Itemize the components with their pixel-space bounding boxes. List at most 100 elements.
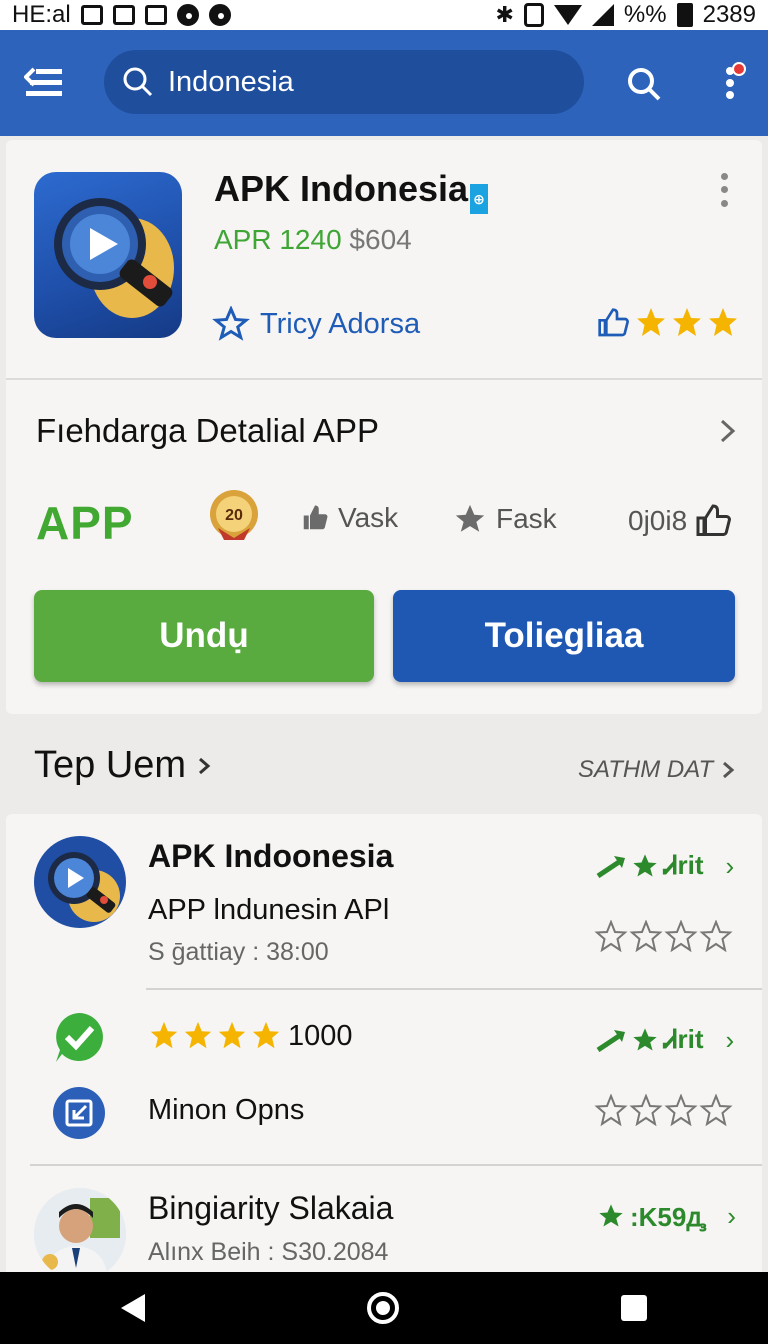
trend-label: Ꮧrit [664,850,704,880]
clock: 2389 [702,1,756,28]
rating-count: 1000 [288,1020,353,1052]
search-field-icon [123,67,153,97]
feature-vask-label: Vask [338,502,399,533]
signal-icon [591,4,614,26]
chevron-right-icon: › [725,1024,735,1055]
check-bubble-icon[interactable] [52,1010,106,1064]
list-item-meta: Alınx Beih : S30.2084 [148,1238,389,1266]
vibrate-icon [523,3,544,27]
filled-star-icon [637,308,665,336]
app-bar [0,30,768,136]
trend-indicator[interactable]: :K59ꚉ › [596,1198,736,1234]
feature-likes-label: 0j0i8 [628,505,688,536]
thumbs-up-icon [696,504,732,536]
rating-stars-outline[interactable] [594,1094,736,1128]
feature-row: APP 20 Vask Fask 0j0i8 [6,480,762,560]
status-bar: HE:al ✱ %% 2389 [0,0,768,30]
rating-stars-outline[interactable] [594,920,736,954]
feature-likes[interactable]: 0j0i8 [628,502,732,540]
home-icon[interactable] [367,1292,399,1324]
list-item-subtitle: APP lndunesin APl [148,894,390,926]
details-title[interactable]: Fıehdarga Detalial APP [36,412,379,450]
bluetooth-icon: ✱ [495,2,514,27]
thumb-icon [303,505,328,530]
star-icon [599,1204,623,1227]
divider [6,378,762,380]
trend-label: :K59ꚉ [630,1202,706,1232]
see-all-link[interactable]: SATHM DAT [578,756,735,784]
filled-star-icon [184,1021,212,1049]
secondary-action-button[interactable]: Toliegliaa [393,590,735,682]
download-button[interactable]: Undụ [34,590,374,682]
person-avatar-icon [34,1188,126,1280]
feature-vask[interactable]: Vask [300,502,398,534]
chevron-right-icon [199,757,211,774]
search-field[interactable] [104,50,584,114]
thumbs-up-outline-icon [598,308,630,337]
card-more-button[interactable] [712,170,736,210]
row-divider [30,1164,762,1166]
download-box-icon[interactable] [52,1086,106,1140]
photo-notification-icon [144,5,167,25]
screen-notification-icon [112,5,135,25]
chevron-right-icon [723,761,735,779]
list-item-title[interactable]: APK Indoonesia [148,838,393,875]
user-avatar[interactable] [34,1188,126,1280]
trend-label: Ꮧrit [664,1024,704,1054]
list-item-title[interactable]: Bingiarity Slakaia [148,1190,393,1227]
see-all-label: SATHM DAT [578,756,714,783]
star-icon [633,1028,657,1051]
star-icon [455,504,485,532]
app-version-price: APR 1240 $604 [214,224,412,256]
developer-name: Tricy Adorsa [260,307,421,340]
battery-percent: %% [623,1,667,28]
app-price: $604 [349,224,412,255]
app-list-card: APK Indoonesia APP lndunesin APl S ḡatti… [6,814,762,1280]
trend-arrow-icon [596,1030,625,1052]
section-header[interactable]: Tep Uem [34,744,212,787]
star-icon [633,854,657,877]
battery-icon [676,3,693,27]
app-label: APP [36,497,134,549]
sync-notification-icon [176,4,199,26]
featured-app-card: APK Indonesia ⊕ APR 1240 $604 Tricy Adors… [6,140,762,714]
wifi-icon [553,5,582,25]
menu-button[interactable] [0,30,90,136]
list-item-label[interactable]: Minon Opns [148,1094,304,1127]
award-emblem-icon: 20 [210,490,258,540]
section-header-title: Tep Uem [34,744,187,786]
app-notification-icon [208,4,231,26]
filled-star-icon [709,308,737,336]
app-icon[interactable] [34,836,126,928]
search-input[interactable] [168,65,548,99]
search-button[interactable] [620,60,668,108]
magnifier-play-logo [54,198,174,318]
feature-fask-label: Fask [496,503,557,534]
filled-star-icon [150,1021,178,1049]
recents-icon[interactable] [621,1295,647,1321]
app-title: APK Indonesia ⊕ [214,168,489,214]
filled-star-icon [252,1021,280,1049]
trend-indicator[interactable]: Ꮧrit › [596,1024,734,1056]
gallery-notification-icon [80,5,103,25]
app-icon[interactable] [34,172,182,338]
filled-star-icon [673,308,701,336]
chevron-right-icon[interactable] [712,416,742,446]
trend-indicator[interactable]: Ꮧrit › [596,850,734,882]
search-icon [628,68,661,101]
verified-badge-icon: ⊕ [470,184,489,214]
chevron-right-icon: › [727,1200,736,1231]
feature-fask[interactable]: Fask [452,502,557,536]
app-title-text: APK Indonesia [214,168,469,209]
system-nav-bar [0,1272,768,1344]
overflow-menu-button[interactable] [712,58,748,108]
rating-stars [150,1021,280,1049]
trend-arrow-icon [596,856,625,878]
menu-icon [24,67,62,96]
developer-row[interactable]: Tricy Adorsa [212,306,420,342]
rating-stars [637,308,737,336]
back-icon[interactable] [121,1294,145,1322]
star-outline-icon [212,306,250,341]
carrier-text: HE:al [12,1,71,28]
svg-text:20: 20 [225,507,243,524]
